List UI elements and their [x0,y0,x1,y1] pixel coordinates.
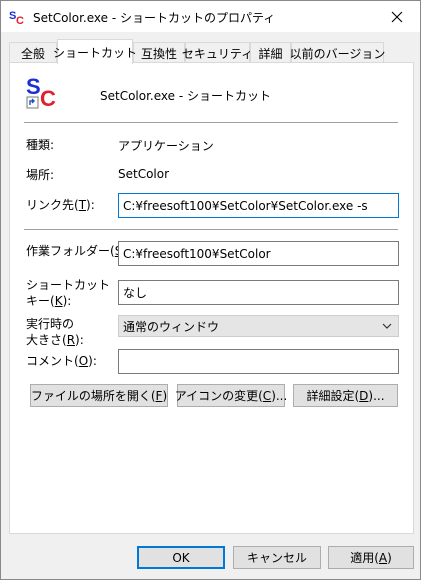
shortcut-name: SetColor.exe - ショートカット [100,89,271,103]
chevron-down-icon [382,323,392,329]
setcolor-app-icon: S C [9,10,24,25]
type-label: 種類: [26,138,55,152]
shortcut-panel: S C SetColor.exe - ショートカット 種類: アプリケーション … [9,62,414,534]
tab-security[interactable]: セキュリティ [182,42,253,63]
run-select-value: 通常のウィンドウ [123,319,220,334]
comment-field[interactable] [118,349,399,374]
close-button[interactable] [374,1,420,32]
tab-details[interactable]: 詳細 [250,42,291,63]
location-value: SetColor [118,167,170,181]
run-select[interactable]: 通常のウィンドウ [118,315,399,337]
ok-button[interactable]: OK [137,546,225,569]
tab-previous-versions[interactable]: 以前のバージョン [290,42,385,63]
type-value: アプリケーション [118,139,214,153]
setcolor-app-icon: S C [26,75,56,109]
window-title: SetColor.exe - ショートカットのプロパティ [33,11,276,25]
location-label: 場所: [26,168,55,182]
svg-text:C: C [16,15,24,25]
start-in-field[interactable]: C:¥freesoft100¥SetColor [118,241,399,266]
open-file-location-button[interactable]: ファイルの場所を開く(F) [30,384,168,407]
run-label: 実行時の 大きさ(R): [26,317,84,347]
target-field[interactable]: C:¥freesoft100¥SetColor¥SetColor.exe -s [118,193,399,218]
tab-general[interactable]: 全般 [9,42,57,63]
close-icon [391,11,403,22]
comment-label: コメント(O): [26,354,97,368]
svg-text:C: C [40,86,56,109]
change-icon-button[interactable]: アイコンの変更(C)... [175,384,287,407]
svg-text:S: S [26,75,41,99]
tab-compatibility[interactable]: 互換性 [133,42,185,63]
shortcut-key-label: ショートカット キー(K): [26,278,111,308]
tab-strip: 全般 ショートカット 互換性 セキュリティ 詳細 以前のバージョン [9,39,414,64]
separator [24,122,398,123]
cancel-button[interactable]: キャンセル [233,546,321,569]
advanced-button[interactable]: 詳細設定(D)... [293,384,398,407]
separator [24,229,398,230]
start-in-label: 作業フォルダー(S): [26,244,131,258]
shortcut-key-field[interactable]: なし [118,280,399,305]
apply-button[interactable]: 適用(A) [328,546,414,569]
tab-shortcut[interactable]: ショートカット [53,39,137,64]
title-bar[interactable]: S C SetColor.exe - ショートカットのプロパティ [1,1,420,32]
target-label: リンク先(T): [26,198,95,212]
properties-window: S C SetColor.exe - ショートカットのプロパティ 全般 ショート… [0,0,421,580]
